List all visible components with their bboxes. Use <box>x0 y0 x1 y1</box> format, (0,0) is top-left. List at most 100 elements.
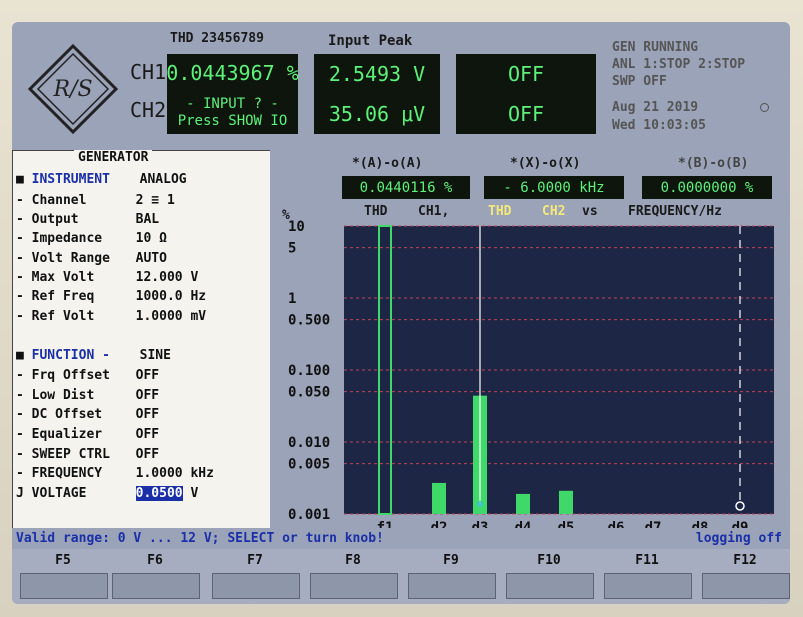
generator-row[interactable]: - Impedance 10 Ω <box>16 231 167 246</box>
off-display-2: OFF <box>456 94 596 134</box>
ch2-input-line2: Press SHOW IO <box>177 113 288 129</box>
row-marker: - <box>16 193 32 208</box>
fkey-f10[interactable]: F10 <box>506 552 592 569</box>
softkey-slot[interactable] <box>20 573 108 599</box>
thd-title: THD 23456789 <box>170 31 264 46</box>
generator-row[interactable]: - Ref Freq 1000.0 Hz <box>16 289 206 304</box>
row-marker: ■ <box>16 172 32 187</box>
ch2-peak-display: 35.06 μV <box>314 94 440 134</box>
softkey-slot[interactable] <box>506 573 594 599</box>
softkey-slot[interactable] <box>408 573 496 599</box>
softkey-slot[interactable] <box>112 573 200 599</box>
row-label: DC Offset <box>31 407 103 422</box>
softkey-slot[interactable] <box>604 573 692 599</box>
row-label: Frq Offset <box>31 368 110 383</box>
function-key-bar: F5 F6 F7 F8 F9 F10 F11 F12 <box>12 549 790 604</box>
y-tick-label: 0.100 <box>288 363 330 379</box>
softkey-slot[interactable] <box>310 573 398 599</box>
y-tick-label: 0.001 <box>288 507 330 523</box>
row-value: 1000.0 Hz <box>135 289 207 304</box>
generator-row[interactable]: - Frq Offset OFF <box>16 368 159 383</box>
status-swp: SWP OFF <box>612 74 667 89</box>
softkey-slot[interactable] <box>212 573 300 599</box>
row-label: Ref Volt <box>31 309 95 324</box>
generator-row[interactable]: - Equalizer OFF <box>16 427 159 442</box>
y-tick-label: 10 <box>288 219 305 235</box>
generator-row[interactable]: - Volt Range AUTO <box>16 251 167 266</box>
row-value: OFF <box>135 388 160 403</box>
row-label: Channel <box>31 193 87 208</box>
bar <box>516 493 530 514</box>
row-value: 10 Ω <box>135 231 167 246</box>
fkey-f9[interactable]: F9 <box>408 552 494 569</box>
row-label: Impedance <box>31 231 103 246</box>
bar <box>432 482 446 514</box>
status-bar: Valid range: 0 V ... 12 V; SELECT or tur… <box>12 528 790 550</box>
row-label: FREQUENCY <box>31 466 103 481</box>
row-value: 0.0500 <box>135 486 183 501</box>
row-value: 1.0000 kHz <box>135 466 214 481</box>
row-value: OFF <box>135 427 160 442</box>
row-marker: - <box>16 427 32 442</box>
screen: R/S THD 23456789 Input Peak CH1 CH2 0.04… <box>12 22 790 604</box>
fkey-f6[interactable]: F6 <box>112 552 198 569</box>
softkey-slot[interactable] <box>702 573 790 599</box>
ch2-input-line1: - INPUT ? - <box>186 96 279 112</box>
row-label: VOLTAGE <box>31 486 87 501</box>
fkey-f5[interactable]: F5 <box>20 552 106 569</box>
y-tick-label: 0.010 <box>288 435 330 451</box>
y-tick-label: 0.050 <box>288 385 330 401</box>
row-value: 1.0000 mV <box>135 309 207 324</box>
fkey-f11[interactable]: F11 <box>604 552 690 569</box>
generator-row[interactable]: - Low Dist OFF <box>16 388 159 403</box>
row-marker: J <box>16 486 32 501</box>
plot-area <box>344 226 774 514</box>
valid-range-text: Valid range: 0 V ... 12 V; SELECT or tur… <box>16 531 384 546</box>
generator-row[interactable]: ■ FUNCTION - SINE <box>16 348 171 363</box>
fkey-f7[interactable]: F7 <box>212 552 298 569</box>
ch2-label: CH2 <box>130 98 167 122</box>
y-tick-label: 0.500 <box>288 313 330 329</box>
row-label: Volt Range <box>31 251 110 266</box>
generator-row[interactable]: - Ref Volt 1.0000 mV <box>16 309 206 324</box>
date-text: Aug 21 2019 <box>612 100 699 115</box>
row-label: Ref Freq <box>31 289 95 304</box>
row-label: SWEEP CTRL <box>31 447 110 462</box>
row-marker: - <box>16 407 32 422</box>
row-marker: ■ <box>16 348 32 363</box>
row-value: SINE <box>139 348 171 363</box>
row-value: ANALOG <box>139 172 187 187</box>
generator-row[interactable]: - Channel 2 ≡ 1 <box>16 193 175 208</box>
generator-title: GENERATOR <box>74 150 153 165</box>
ch1-label: CH1 <box>130 60 167 84</box>
row-unit: V <box>182 486 199 501</box>
generator-row[interactable]: - FREQUENCY 1.0000 kHz <box>16 466 214 481</box>
ch1-thd-display: 0.0443967 % <box>166 54 299 92</box>
cursor-marker-icon: * <box>476 497 484 516</box>
ch2-thd-display: - INPUT ? - Press SHOW IO <box>167 92 298 134</box>
row-label: INSTRUMENT <box>31 172 110 187</box>
clock-icon <box>760 103 769 112</box>
generator-row[interactable]: - Max Volt 12.000 V <box>16 270 198 285</box>
y-tick-label: 5 <box>288 241 296 257</box>
row-value: 2 ≡ 1 <box>135 193 175 208</box>
row-value: OFF <box>135 407 160 422</box>
fkey-f8[interactable]: F8 <box>310 552 396 569</box>
generator-row[interactable]: - DC Offset OFF <box>16 407 159 422</box>
fkey-f12[interactable]: F12 <box>702 552 788 569</box>
y-tick-label: 1 <box>288 291 296 307</box>
bar <box>559 490 573 514</box>
row-marker: - <box>16 212 32 227</box>
row-value: OFF <box>135 447 160 462</box>
logging-text: logging off <box>695 531 782 546</box>
generator-row[interactable]: - SWEEP CTRL OFF <box>16 447 159 462</box>
row-marker: - <box>16 289 32 304</box>
ch1-peak-display: 2.5493 V <box>314 54 440 94</box>
generator-row[interactable]: J VOLTAGE 0.0500 V <box>16 486 198 501</box>
y-tick-label: 0.005 <box>288 457 330 473</box>
generator-row[interactable]: - Output BAL <box>16 212 159 227</box>
row-marker: - <box>16 270 32 285</box>
rs-logo: R/S <box>28 44 118 134</box>
row-marker: - <box>16 309 32 324</box>
generator-row[interactable]: ■ INSTRUMENT ANALOG <box>16 172 187 187</box>
